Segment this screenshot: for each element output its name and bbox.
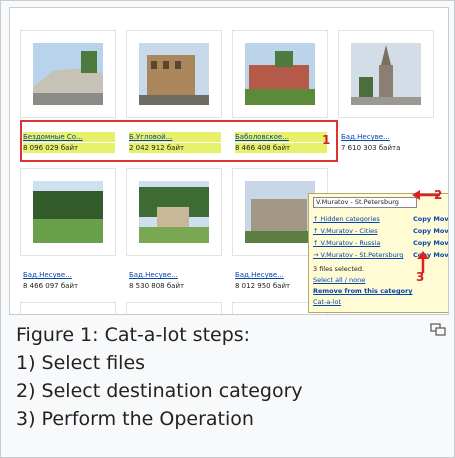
file-tile[interactable] (338, 30, 434, 142)
step-marker-3: 3 (416, 270, 425, 284)
thumbnail-frame (20, 168, 116, 256)
thumbnail-frame (126, 168, 222, 256)
thumbnail-frame (338, 30, 434, 118)
category-row: ↑ Hidden categories Copy Move (313, 214, 448, 226)
thumbnail-frame (20, 302, 116, 314)
screenshot: Бездомные Со... 8 096 029 байт Б.Угловой… (9, 7, 449, 315)
file-tile[interactable] (126, 168, 222, 280)
building-thumbnail (245, 43, 315, 105)
park-thumbnail (33, 181, 103, 243)
caption-step: 1) Select files (16, 352, 146, 374)
file-name[interactable]: Бад.Несуве... (341, 132, 433, 142)
figure: Бездомные Со... 8 096 029 байт Б.Угловой… (0, 0, 455, 458)
copy-move-links[interactable]: Copy Move (413, 226, 448, 237)
figure-caption: Figure 1: Cat-a-lot steps: 1) Select fil… (16, 321, 446, 433)
copy-move-links[interactable]: Copy Move (413, 214, 448, 225)
remove-from-category-link[interactable]: Remove from this category (313, 286, 448, 297)
selection-outline (20, 120, 338, 162)
category-input[interactable]: V.Muratov - St.Petersburg (313, 197, 417, 208)
thumbnail-frame (126, 302, 222, 314)
file-size: 8 530 808 байт (129, 282, 185, 290)
select-all-none-link[interactable]: Select all / none (313, 275, 448, 286)
file-tile[interactable] (20, 302, 116, 314)
step-marker-2: 2 (434, 188, 443, 202)
step-marker-1: 1 (322, 133, 331, 147)
file-tile[interactable] (126, 302, 222, 314)
building-thumbnail (139, 43, 209, 105)
caption-step: 3) Perform the Operation (16, 408, 254, 430)
church-thumbnail (351, 43, 421, 105)
building-thumbnail (245, 181, 315, 243)
caption-title: Figure 1: Cat-a-lot steps: (16, 324, 251, 346)
caption-step: 2) Select destination category (16, 380, 303, 402)
building-thumbnail (33, 43, 103, 105)
category-row: ↑ V.Muratov - Russia Copy Move (313, 238, 448, 250)
category-link[interactable]: → V.Muratov - St.Petersburg (313, 251, 403, 259)
category-row: ↑ V.Muratov - Cities Copy Move (313, 226, 448, 238)
category-link[interactable]: ↑ Hidden categories (313, 215, 380, 223)
file-name[interactable]: Бад.Несуве... (129, 270, 221, 280)
thumbnail-frame (20, 30, 116, 118)
copy-move-links[interactable]: Copy Move (413, 238, 448, 249)
thumbnail-frame (232, 30, 328, 118)
magnify-icon[interactable] (430, 323, 446, 337)
file-size: 7 610 303 байта (341, 144, 401, 152)
file-name[interactable]: Бад.Несуве... (23, 270, 115, 280)
cat-a-lot-link[interactable]: Cat-a-lot (313, 297, 448, 308)
house-thumbnail (139, 181, 209, 243)
thumbnail-frame (126, 30, 222, 118)
file-size: 8 466 097 байт (23, 282, 79, 290)
category-link[interactable]: ↑ V.Muratov - Cities (313, 227, 378, 235)
category-link[interactable]: ↑ V.Muratov - Russia (313, 239, 380, 247)
file-tile[interactable] (20, 168, 116, 280)
